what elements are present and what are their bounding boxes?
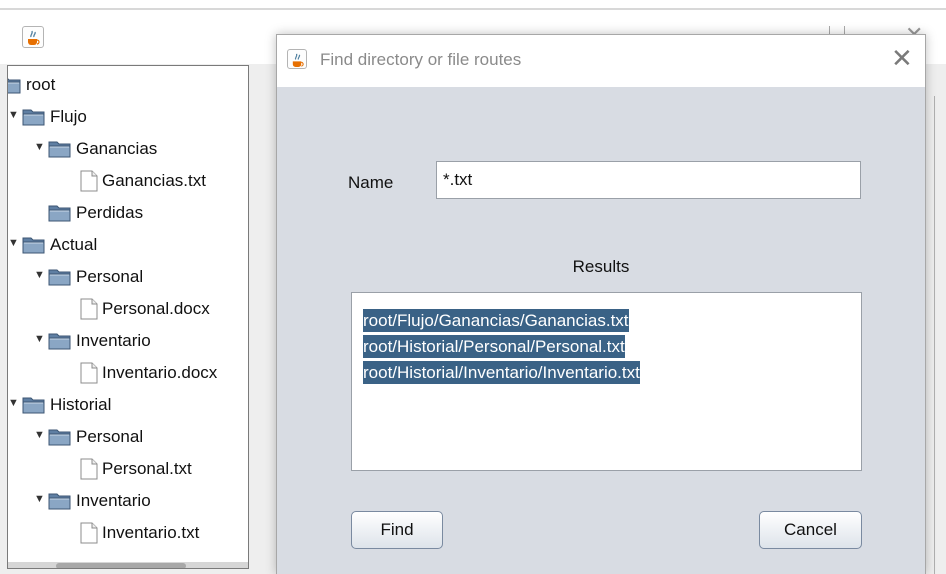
folder-icon — [22, 109, 45, 126]
find-button[interactable]: Find — [351, 511, 443, 549]
tree-node-label: Actual — [50, 235, 98, 254]
tree-node-label: root — [26, 75, 56, 94]
folder-icon — [48, 141, 71, 158]
tree-node-label: Personal — [76, 427, 144, 446]
result-line: root/Historial/Inventario/Inventario.txt — [363, 360, 861, 386]
tree-node[interactable]: Inventario.txt — [80, 518, 199, 548]
name-label: Name — [348, 173, 394, 192]
tree-node[interactable]: ▼ Flujo — [8, 102, 87, 132]
file-icon — [80, 458, 98, 480]
folder-icon — [48, 429, 71, 446]
result-text: root/Historial/Inventario/Inventario.txt — [363, 361, 640, 384]
expand-toggle-icon[interactable]: ▼ — [34, 141, 45, 153]
expand-toggle-icon[interactable]: ▼ — [8, 237, 19, 249]
result-text: root/Flujo/Ganancias/Ganancias.txt — [363, 309, 629, 332]
tree-node[interactable]: Inventario.docx — [80, 358, 217, 388]
tree-node-label: Inventario — [76, 331, 151, 350]
expand-toggle-icon[interactable]: ▼ — [34, 429, 45, 441]
expand-toggle-icon[interactable]: ▼ — [8, 397, 19, 409]
tree-node[interactable]: ▼ Inventario — [34, 486, 151, 516]
java-cup-icon — [22, 26, 44, 48]
file-tree[interactable]: root ▼ Flujo ▼ Ganancias Ganancias.txt Perdida… — [7, 65, 249, 569]
tree-node[interactable]: ▼ Actual — [8, 230, 98, 260]
tree-node[interactable]: ▼ Personal — [34, 422, 144, 452]
tree-node[interactable]: ▼ Personal — [34, 262, 144, 292]
tree-node-label: Ganancias.txt — [102, 171, 206, 190]
folder-icon — [22, 237, 45, 254]
tree-node[interactable]: Personal.docx — [80, 294, 210, 324]
tree-node[interactable]: Perdidas — [48, 198, 143, 228]
tree-node[interactable]: Ganancias.txt — [80, 166, 206, 196]
find-dialog: Find directory or file routes ✕ Name Res… — [276, 34, 926, 574]
file-icon — [80, 298, 98, 320]
tree-node[interactable]: ▼ Inventario — [34, 326, 151, 356]
name-input[interactable] — [436, 161, 861, 199]
expand-toggle-icon[interactable]: ▼ — [34, 269, 45, 281]
result-line: root/Flujo/Ganancias/Ganancias.txt — [363, 308, 861, 334]
folder-icon — [48, 333, 71, 350]
panel-divider — [934, 96, 935, 574]
file-icon — [80, 362, 98, 384]
folder-icon — [48, 493, 71, 510]
close-icon[interactable]: ✕ — [891, 44, 913, 72]
results-textarea[interactable]: root/Flujo/Ganancias/Ganancias.txt root/… — [351, 292, 862, 471]
tree-node-label: Personal.docx — [102, 299, 210, 318]
folder-icon — [48, 205, 71, 222]
expand-toggle-icon[interactable]: ▼ — [34, 333, 45, 345]
tree-node-label: Perdidas — [76, 203, 144, 222]
tree-node-label: Inventario — [76, 491, 151, 510]
tree-node[interactable]: Personal.txt — [80, 454, 192, 484]
right-panel-edge — [926, 65, 946, 574]
folder-icon — [48, 269, 71, 286]
cancel-button[interactable]: Cancel — [759, 511, 862, 549]
dialog-titlebar: Find directory or file routes ✕ — [277, 35, 925, 87]
folder-icon — [22, 397, 45, 414]
scrollbar-thumb[interactable] — [56, 563, 186, 568]
tree-node-label: Personal.txt — [102, 459, 192, 478]
tree-node-label: Inventario.docx — [102, 363, 218, 382]
tree-node-label: Historial — [50, 395, 112, 414]
file-icon — [80, 522, 98, 544]
tree-node[interactable]: ▼ Historial — [8, 390, 112, 420]
java-cup-icon — [287, 49, 307, 69]
expand-toggle-icon[interactable]: ▼ — [34, 493, 45, 505]
result-text: root/Historial/Personal/Personal.txt — [363, 335, 625, 358]
results-label: Results — [572, 257, 630, 276]
tree-node-label: Ganancias — [76, 139, 158, 158]
expand-toggle-icon[interactable]: ▼ — [8, 109, 19, 121]
tree-node-label: Personal — [76, 267, 144, 286]
result-line: root/Historial/Personal/Personal.txt — [363, 334, 861, 360]
tree-node-label: Flujo — [50, 107, 87, 126]
tree-node[interactable]: ▼ Ganancias — [34, 134, 158, 164]
folder-icon — [8, 78, 21, 94]
tree-node[interactable]: root — [8, 70, 56, 100]
window-edge — [0, 8, 946, 10]
dialog-title: Find directory or file routes — [320, 50, 522, 69]
tree-node-label: Inventario.txt — [102, 523, 200, 542]
file-icon — [80, 170, 98, 192]
